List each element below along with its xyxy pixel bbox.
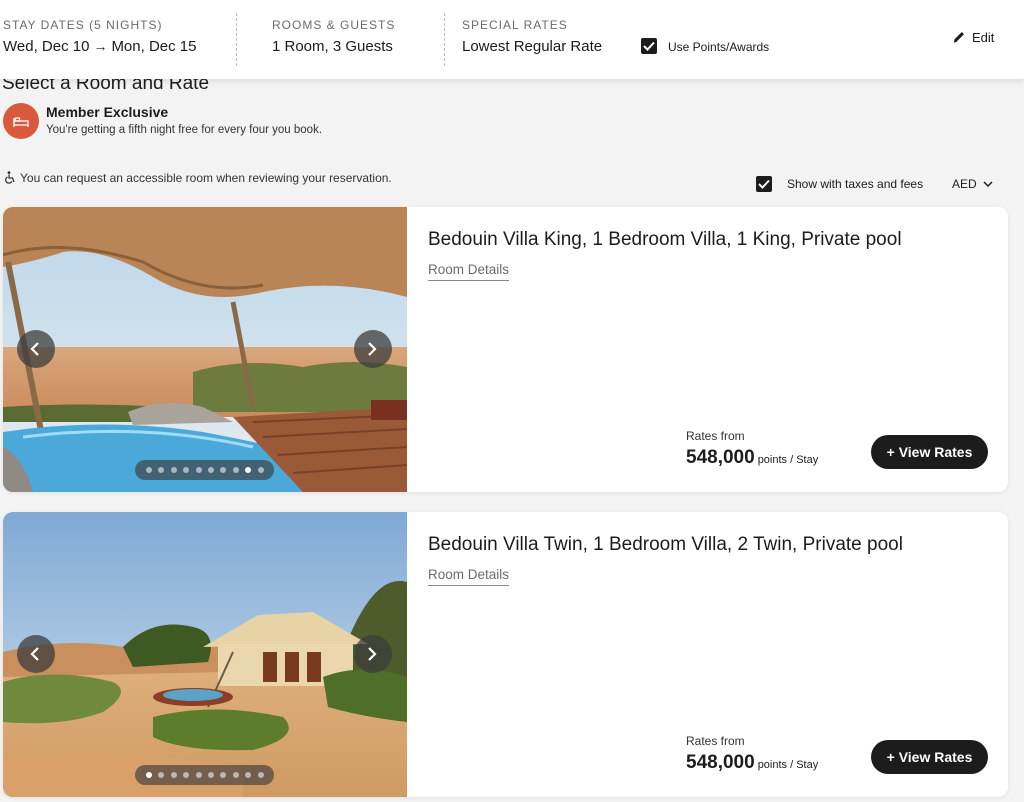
room-price: 548,000 points / Stay: [686, 752, 818, 774]
check-in-date: Wed, Dec 10: [3, 38, 90, 55]
carousel-dot[interactable]: [146, 467, 152, 473]
room-photo-carousel[interactable]: [3, 512, 407, 797]
carousel-dot[interactable]: [245, 467, 252, 473]
check-out-date: Mon, Dec 15: [111, 38, 197, 55]
carousel-dot[interactable]: [245, 772, 252, 778]
taxes-fees-label[interactable]: Show with taxes and fees: [787, 177, 923, 191]
checkmark-icon: [643, 41, 655, 51]
bed-icon: [13, 117, 29, 127]
accessibility-text: You can request an accessible room when …: [20, 171, 392, 185]
carousel-next-button[interactable]: [354, 330, 392, 368]
edit-button[interactable]: Edit: [952, 30, 994, 45]
stay-dates-section[interactable]: STAY DATES (5 NIGHTS) Wed, Dec 10 → Mon, D…: [0, 0, 235, 66]
carousel-dot[interactable]: [232, 467, 239, 473]
rooms-guests-label: ROOMS & GUESTS: [272, 18, 396, 32]
stay-dates-label: STAY DATES (5 NIGHTS): [3, 18, 163, 32]
room-name: Bedouin Villa King, 1 Bedroom Villa, 1 K…: [428, 229, 902, 250]
member-exclusive-text: You're getting a fifth night free for ev…: [46, 124, 323, 136]
accessibility-note: You can request an accessible room when …: [4, 171, 392, 185]
price-value: 548,000: [686, 752, 755, 773]
room-photo-carousel[interactable]: [3, 207, 407, 492]
carousel-next-button[interactable]: [354, 635, 392, 673]
rooms-guests-value: 1 Room, 3 Guests: [272, 38, 393, 55]
edit-label: Edit: [972, 30, 995, 45]
wheelchair-icon: [5, 171, 15, 184]
carousel-dots: [135, 460, 274, 480]
carousel-dot[interactable]: [158, 467, 165, 473]
arrow-right-icon: →: [93, 38, 108, 54]
carousel-dot[interactable]: [170, 467, 177, 473]
carousel-dot[interactable]: [158, 772, 165, 778]
stay-dates-value: Wed, Dec 10 → Mon, Dec 15: [3, 38, 196, 55]
member-badge: [3, 103, 39, 139]
carousel-dot[interactable]: [220, 467, 227, 473]
use-points-label[interactable]: Use Points/Awards: [668, 40, 769, 54]
room-photo: [3, 512, 407, 797]
carousel-dot[interactable]: [257, 772, 264, 778]
chevron-right-icon: [368, 647, 377, 661]
chevron-left-icon: [30, 342, 39, 356]
carousel-dot[interactable]: [257, 467, 264, 473]
view-rates-button[interactable]: + View Rates: [871, 740, 988, 774]
rates-from-label: Rates from: [686, 429, 745, 443]
chevron-right-icon: [368, 342, 377, 356]
room-photo: [3, 207, 407, 492]
special-rates-section[interactable]: SPECIAL RATES Lowest Regular Rate: [445, 0, 635, 66]
room-details-link[interactable]: Room Details: [428, 567, 510, 586]
special-rates-value: Lowest Regular Rate: [462, 38, 603, 55]
carousel-dot[interactable]: [183, 467, 190, 473]
currency-select[interactable]: AED: [952, 177, 993, 191]
use-points-checkbox[interactable]: [641, 38, 657, 54]
taxes-fees-checkbox[interactable]: [756, 176, 772, 192]
carousel-dot[interactable]: [220, 772, 227, 778]
pencil-icon: [953, 32, 964, 43]
room-card: Bedouin Villa Twin, 1 Bedroom Villa, 2 T…: [3, 512, 1008, 797]
chevron-left-icon: [30, 647, 39, 661]
carousel-dot[interactable]: [183, 772, 190, 778]
view-rates-button[interactable]: + View Rates: [871, 435, 988, 469]
carousel-dot[interactable]: [146, 772, 152, 778]
checkmark-icon: [758, 179, 770, 189]
special-rates-label: SPECIAL RATES: [462, 18, 568, 32]
rates-from-label: Rates from: [686, 734, 745, 748]
member-exclusive-title: Member Exclusive: [46, 104, 169, 120]
search-summary-bar: STAY DATES (5 NIGHTS) Wed, Dec 10 → Mon, D…: [0, 0, 1024, 79]
carousel-dot[interactable]: [232, 772, 239, 778]
price-value: 548,000: [686, 447, 755, 468]
carousel-dot[interactable]: [195, 772, 202, 778]
carousel-prev-button[interactable]: [17, 635, 55, 673]
carousel-dot[interactable]: [170, 772, 177, 778]
carousel-prev-button[interactable]: [17, 330, 55, 368]
room-details-link[interactable]: Room Details: [428, 262, 510, 281]
price-unit: points / Stay: [757, 759, 819, 771]
room-name: Bedouin Villa Twin, 1 Bedroom Villa, 2 T…: [428, 534, 903, 555]
room-card: Bedouin Villa King, 1 Bedroom Villa, 1 K…: [3, 207, 1008, 492]
currency-value: AED: [952, 177, 977, 191]
carousel-dot[interactable]: [208, 467, 214, 473]
room-price: 548,000 points / Stay: [686, 447, 818, 469]
carousel-dot[interactable]: [208, 772, 214, 778]
rooms-guests-section[interactable]: ROOMS & GUESTS 1 Room, 3 Guests: [237, 0, 444, 66]
chevron-down-icon: [983, 181, 993, 188]
carousel-dot[interactable]: [195, 467, 202, 473]
carousel-dots: [135, 765, 274, 785]
price-unit: points / Stay: [757, 454, 819, 466]
